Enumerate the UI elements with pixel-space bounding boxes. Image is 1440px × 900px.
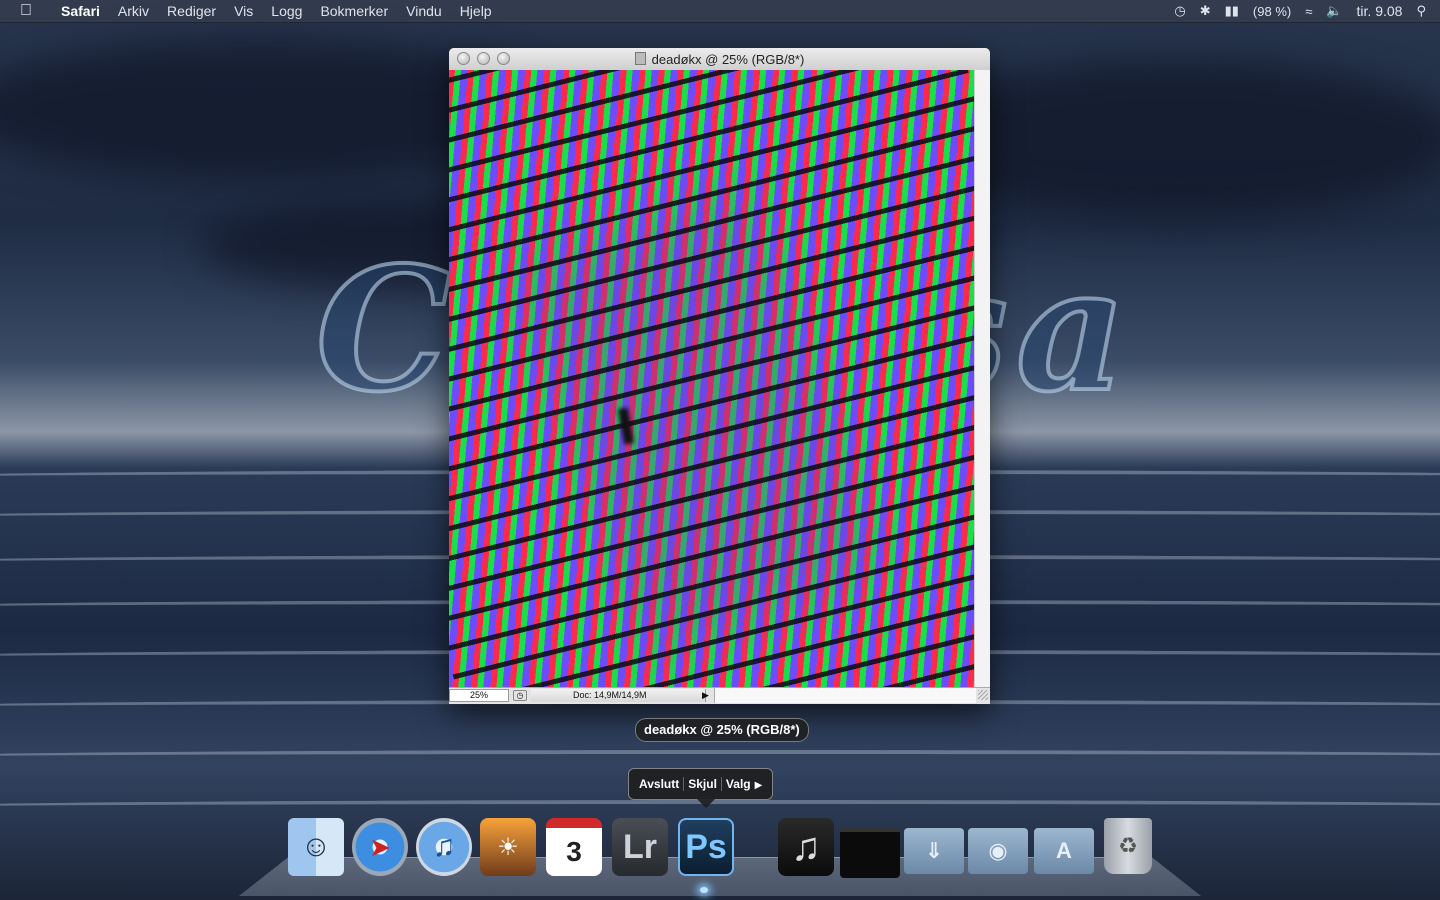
timing-icon[interactable]: ◷: [513, 690, 527, 701]
dock-menu-options[interactable]: Valg ▶: [722, 777, 766, 791]
applications-folder-icon[interactable]: A: [1034, 828, 1094, 874]
status-menu-arrow-icon[interactable]: ▶: [702, 690, 712, 701]
menu-bar:  Safari Arkiv Rediger Vis Logg Bokmerke…: [0, 0, 1440, 23]
dock-context-menu: Avslutt Skjul Valg ▶: [628, 768, 774, 808]
time-machine-icon[interactable]: ◷: [1174, 3, 1185, 19]
iphoto-icon[interactable]: ☀: [480, 818, 536, 876]
finder-icon[interactable]: ☺: [288, 818, 344, 876]
apple-menu-icon[interactable]: : [0, 2, 52, 20]
dock-menu-quit[interactable]: Avslutt: [635, 777, 685, 791]
menu-clock[interactable]: tir. 9.08: [1357, 3, 1403, 19]
menu-vis[interactable]: Vis: [225, 3, 262, 19]
ical-icon[interactable]: 3: [546, 818, 602, 876]
dock-menu-hide[interactable]: Skjul: [684, 777, 722, 791]
photoshop-icon[interactable]: Ps: [678, 818, 734, 876]
window-title-text: deadøkx @ 25% (RGB/8*): [651, 52, 805, 67]
window-statusbar: 25% ◷ Doc: 14,9M/14,9M ▶: [449, 687, 990, 704]
dock-menu-options-label: Valg: [725, 777, 751, 791]
wifi-icon[interactable]: ≈: [1305, 4, 1312, 19]
wallpaper-wave: [0, 800, 1440, 814]
vertical-scrollbar[interactable]: [974, 70, 990, 688]
document-size-info[interactable]: Doc: 14,9M/14,9M: [531, 689, 706, 702]
resize-grip-icon[interactable]: [978, 690, 988, 700]
pixel-grid-lines: [449, 70, 975, 688]
zoom-level-field[interactable]: 25%: [449, 689, 509, 702]
calendar-day: 3: [566, 836, 582, 867]
volume-icon[interactable]: 🔈: [1326, 3, 1342, 19]
pictures-folder-icon[interactable]: ◉: [968, 828, 1028, 874]
bluetooth-icon[interactable]: ✱: [1200, 3, 1211, 19]
window-title: deadøkx @ 25% (RGB/8*): [449, 52, 990, 67]
downloads-folder-icon[interactable]: ⇓: [904, 828, 964, 874]
lightroom-label: Lr: [623, 827, 657, 866]
safari-icon[interactable]: ➤: [352, 818, 408, 876]
wallpaper-wave: [0, 750, 1440, 764]
image-canvas[interactable]: [449, 70, 975, 688]
black-folder-icon[interactable]: [840, 828, 900, 878]
document-icon: [634, 52, 646, 65]
battery-icon[interactable]: ▮▮: [1225, 3, 1239, 19]
menu-app-safari[interactable]: Safari: [52, 3, 109, 19]
running-indicator: [700, 887, 708, 893]
photoshop-label: Ps: [685, 827, 727, 866]
spotlight-search-icon[interactable]: ⚲: [1416, 3, 1426, 19]
window-titlebar[interactable]: deadøkx @ 25% (RGB/8*): [449, 48, 990, 71]
itunes-icon[interactable]: ♫: [416, 818, 472, 876]
horizontal-scrollbar[interactable]: [714, 688, 976, 703]
battery-percentage[interactable]: (98 %): [1253, 4, 1291, 19]
menu-arkiv[interactable]: Arkiv: [109, 3, 158, 19]
trash-icon[interactable]: ♻: [1104, 818, 1152, 874]
submenu-arrow-icon: ▶: [754, 780, 763, 791]
menu-rediger[interactable]: Rediger: [158, 3, 225, 19]
menu-vindu[interactable]: Vindu: [397, 3, 451, 19]
dock-window-tooltip: deadøkx @ 25% (RGB/8*): [635, 718, 809, 742]
music-folder-icon[interactable]: ♫: [778, 818, 834, 876]
photoshop-document-window: deadøkx @ 25% (RGB/8*) 25% ◷ Doc: 14,9M/…: [449, 48, 990, 704]
menu-hjelp[interactable]: Hjelp: [451, 3, 501, 19]
menu-bokmerker[interactable]: Bokmerker: [311, 3, 397, 19]
menu-logg[interactable]: Logg: [262, 3, 311, 19]
lightroom-icon[interactable]: Lr: [612, 818, 668, 876]
